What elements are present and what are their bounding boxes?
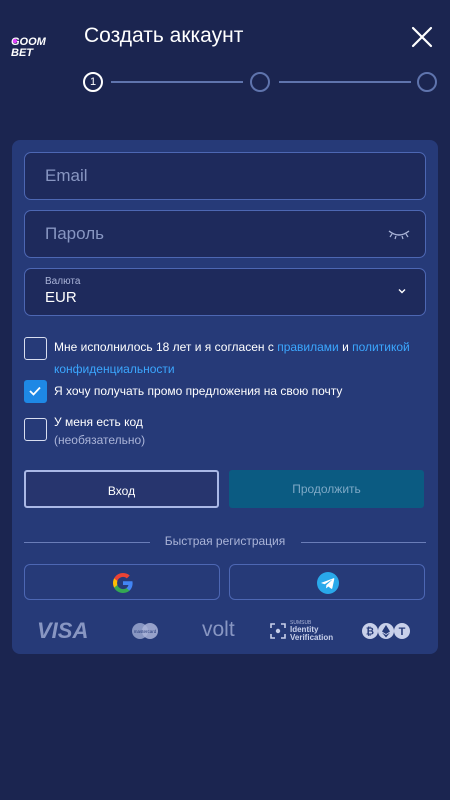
email-input[interactable] bbox=[25, 153, 425, 199]
goombet-logo: GOOM BET bbox=[11, 36, 47, 58]
password-field[interactable] bbox=[24, 210, 426, 258]
telegram-icon bbox=[317, 572, 339, 594]
quick-registration-label: Быстрая регистрация bbox=[164, 534, 286, 548]
page-title: Создать аккаунт bbox=[84, 24, 244, 47]
step-1: 1 bbox=[83, 72, 103, 92]
promo-code-optional: (необязательно) bbox=[54, 433, 146, 447]
promo-consent-text: Я хочу получать промо предложения на сво… bbox=[54, 384, 343, 398]
promo-code-checkbox[interactable] bbox=[24, 418, 47, 441]
registration-stepper: 1 bbox=[83, 72, 440, 94]
svg-text:T: T bbox=[399, 626, 406, 638]
email-field[interactable] bbox=[24, 152, 426, 200]
google-signup-button[interactable] bbox=[24, 564, 220, 600]
google-icon bbox=[113, 573, 133, 593]
divider-right bbox=[301, 542, 426, 543]
step-line bbox=[111, 81, 243, 83]
step-2 bbox=[250, 72, 270, 92]
currency-label: Валюта bbox=[45, 276, 81, 287]
promo-consent-checkbox[interactable] bbox=[24, 380, 47, 403]
svg-text:mastercard: mastercard bbox=[134, 629, 157, 634]
chevron-down-icon bbox=[398, 289, 406, 294]
volt-logo: volt bbox=[202, 618, 235, 641]
promo-code-label: У меня есть код bbox=[54, 415, 143, 429]
check-icon bbox=[29, 386, 41, 396]
mastercard-logo: mastercard bbox=[132, 623, 158, 639]
step-line bbox=[279, 81, 411, 83]
age-consent-text: Мне исполнилось 18 лет и я согласен с пр… bbox=[54, 340, 410, 376]
registration-card: Валюта EUR Мне исполнилось 18 лет и я со… bbox=[12, 140, 438, 654]
step-3 bbox=[417, 72, 437, 92]
currency-select[interactable]: Валюта EUR bbox=[24, 268, 426, 316]
identity-icon bbox=[270, 623, 286, 639]
eye-closed-icon[interactable] bbox=[387, 227, 411, 241]
svg-text:BET: BET bbox=[11, 47, 34, 58]
password-input[interactable] bbox=[25, 211, 425, 257]
crypto-icons: ₿ T bbox=[362, 623, 410, 639]
age-consent-checkbox[interactable] bbox=[24, 337, 47, 360]
login-button[interactable]: Вход bbox=[24, 470, 219, 508]
svg-text:₿: ₿ bbox=[366, 626, 374, 638]
continue-button[interactable]: Продолжить bbox=[229, 470, 424, 508]
visa-logo: VISA bbox=[37, 618, 89, 643]
close-icon[interactable] bbox=[410, 25, 434, 49]
identity-verification-logo: SUMSUB Identity Verification bbox=[270, 620, 344, 642]
rules-link[interactable]: правилами bbox=[277, 340, 339, 354]
currency-value: EUR bbox=[45, 289, 77, 306]
telegram-signup-button[interactable] bbox=[229, 564, 425, 600]
